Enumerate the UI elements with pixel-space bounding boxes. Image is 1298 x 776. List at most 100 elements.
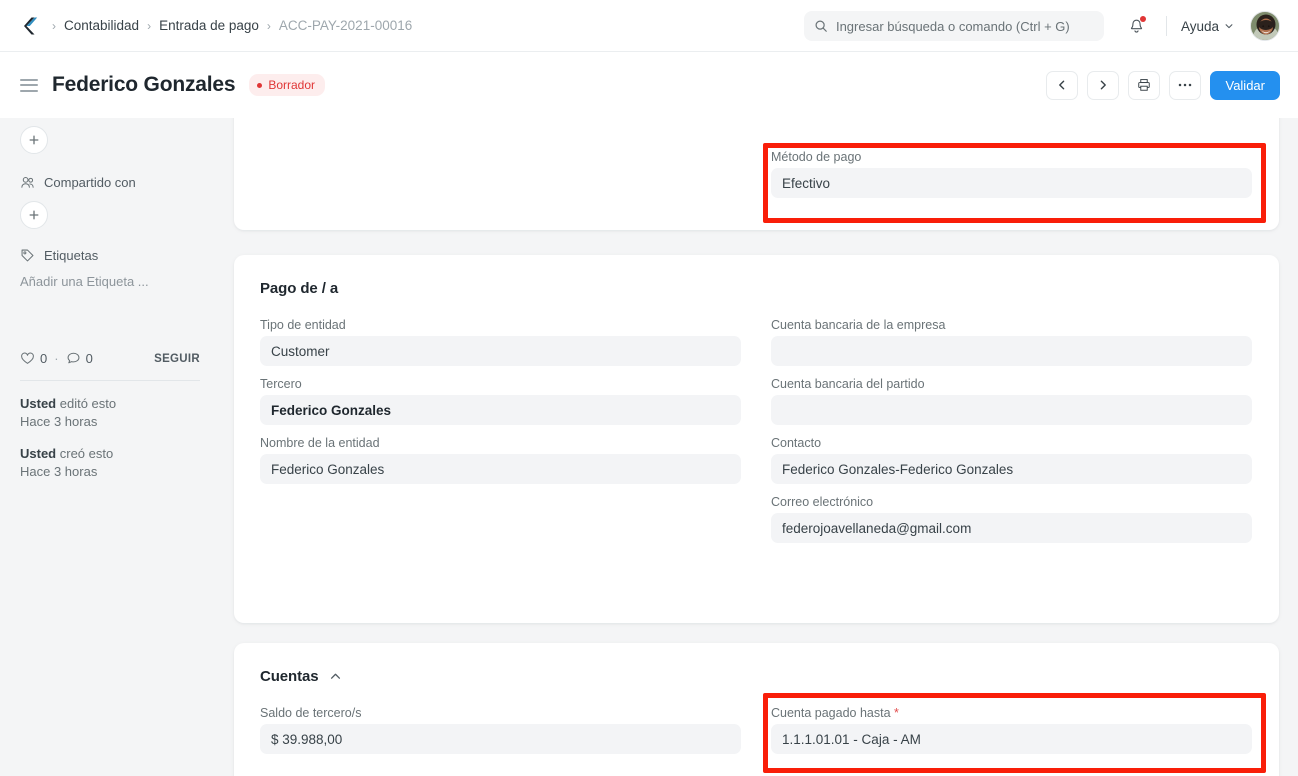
page-header-actions: Validar	[1046, 52, 1280, 118]
field-label-cuenta-bancaria-partido: Cuenta bancaria del partido	[771, 377, 925, 391]
heart-icon[interactable]	[20, 351, 35, 366]
activity-time: Hace 3 horas	[20, 413, 98, 429]
follow-button[interactable]: SEGUIR	[154, 353, 200, 365]
field-cuenta-pagado-hasta: Cuenta pagado hasta * 1.1.1.01.01 - Caja…	[771, 706, 1252, 754]
field-label-cuenta-pagado-hasta: Cuenta pagado hasta *	[771, 706, 899, 720]
field-label-saldo-de-terceros: Saldo de tercero/s	[260, 706, 362, 720]
pago-de-a-right-column: Cuenta bancaria de la empresa Cuenta ban…	[771, 318, 1252, 554]
field-nombre-de-la-entidad: Nombre de la entidad Federico Gonzales	[260, 436, 741, 484]
shared-with-label: Compartido con	[44, 175, 136, 190]
printer-icon	[1138, 79, 1151, 91]
status-label: Borrador	[268, 78, 316, 92]
validar-button[interactable]: Validar	[1210, 70, 1280, 100]
field-value-nombre-de-la-entidad[interactable]: Federico Gonzales	[260, 454, 741, 484]
pago-de-a-card: Pago de / a Tipo de entidad Customer Ter…	[234, 255, 1279, 623]
required-marker: *	[894, 706, 899, 720]
cuentas-left-column: Saldo de tercero/s $ 39.988,00	[260, 706, 741, 765]
notification-badge-dot	[1139, 16, 1146, 22]
sidebar: Compartido con Etiquetas Añadir una Etiq…	[0, 118, 220, 776]
activity-actor: Usted	[20, 446, 57, 462]
ellipsis-icon	[1179, 83, 1192, 87]
field-contacto: Contacto Federico Gonzales-Federico Gonz…	[771, 436, 1252, 484]
search-icon	[815, 20, 827, 32]
chevron-down-icon	[1225, 24, 1233, 29]
field-cuenta-bancaria-partido: Cuenta bancaria del partido	[771, 377, 1252, 425]
chevron-left-icon	[1059, 80, 1065, 90]
prev-record-button[interactable]	[1046, 70, 1079, 100]
next-record-button[interactable]	[1087, 70, 1120, 100]
field-value-correo-electronico[interactable]: federojoavellaneda@gmail.com	[771, 513, 1252, 543]
activity-actor: Usted	[20, 396, 57, 411]
breadcrumb-item-contabilidad[interactable]: Contabilidad	[64, 18, 139, 33]
avatar[interactable]	[1250, 11, 1280, 41]
tags-label: Etiquetas	[44, 248, 99, 263]
breadcrumb: › Contabilidad › Entrada de pago › ACC-P…	[52, 18, 412, 33]
field-tipo-de-entidad: Tipo de entidad Customer	[260, 318, 741, 366]
add-assignment-button[interactable]	[20, 126, 48, 154]
activity-action: creó esto	[56, 446, 114, 462]
main-content: Método de pago Efectivo Pago de / a Tipo…	[220, 118, 1298, 776]
field-cuenta-bancaria-empresa: Cuenta bancaria de la empresa	[771, 318, 1252, 366]
page-header: Federico Gonzales Borrador Validar	[0, 52, 1298, 118]
tag-icon	[21, 249, 34, 262]
shared-with-section-label: Compartido con	[20, 175, 200, 190]
section-title-cuentas: Cuentas	[260, 668, 319, 685]
plus-icon	[29, 135, 39, 145]
notifications-button[interactable]	[1122, 11, 1152, 41]
field-value-tercero[interactable]: Federico Gonzales	[260, 395, 741, 425]
field-saldo-de-terceros: Saldo de tercero/s $ 39.988,00	[260, 706, 741, 754]
field-label-metodo-de-pago: Método de pago	[771, 150, 862, 164]
add-tag-input[interactable]: Añadir una Etiqueta ...	[20, 274, 200, 289]
search-placeholder: Ingresar búsqueda o comando (Ctrl + G)	[835, 18, 1070, 34]
field-value-tipo-de-entidad[interactable]: Customer	[260, 336, 741, 366]
hamburger-menu-icon[interactable]	[20, 75, 38, 95]
user-avatar-photo	[1251, 12, 1279, 40]
social-stats-row: 0 · 0 SEGUIR	[20, 351, 200, 366]
field-value-cuenta-pagado-hasta[interactable]: 1.1.1.01.01 - Caja - AM	[771, 724, 1252, 754]
print-button[interactable]	[1128, 70, 1161, 100]
chevron-right-icon	[1101, 80, 1107, 90]
plus-icon	[29, 210, 39, 220]
payment-details-card: Método de pago Efectivo	[234, 118, 1279, 230]
activity-action: editó esto	[56, 396, 117, 411]
field-label-tipo-de-entidad: Tipo de entidad	[260, 318, 346, 332]
field-value-saldo-de-terceros[interactable]: $ 39.988,00	[260, 724, 741, 754]
cuentas-right-column: Cuenta pagado hasta * 1.1.1.01.01 - Caja…	[771, 706, 1252, 765]
field-metodo-de-pago: Método de pago Efectivo	[771, 150, 1252, 198]
field-label-cuenta-bancaria-empresa: Cuenta bancaria de la empresa	[771, 318, 946, 332]
field-label-tercero: Tercero	[260, 377, 302, 391]
like-count: 0	[40, 351, 48, 366]
status-dot-icon	[257, 82, 263, 88]
activity-entry-edited: Usted editó esto Hace 3 horas	[20, 395, 200, 430]
users-icon	[21, 177, 34, 188]
social-separator: ·	[54, 351, 59, 366]
comment-count: 0	[85, 351, 93, 366]
navbar-divider	[1165, 16, 1167, 36]
field-value-cuenta-bancaria-empresa[interactable]	[771, 336, 1252, 366]
activity-time: Hace 3 horas	[20, 463, 98, 479]
field-value-metodo-de-pago[interactable]: Efectivo	[771, 168, 1252, 198]
status-badge: Borrador	[249, 74, 326, 96]
pago-de-a-section-header: Pago de / a	[260, 280, 1253, 297]
activity-entry-created: Usted creó esto Hace 3 horas	[20, 445, 200, 480]
sidebar-divider	[20, 380, 200, 381]
add-share-button[interactable]	[20, 201, 48, 229]
help-menu[interactable]: Ayuda	[1181, 19, 1234, 34]
field-label-contacto: Contacto	[771, 436, 822, 450]
field-correo-electronico: Correo electrónico federojoavellaneda@gm…	[771, 495, 1252, 543]
chevron-up-icon[interactable]	[329, 670, 342, 683]
cuentas-card: Cuentas Saldo de tercero/s $ 39.988,00 C…	[234, 643, 1279, 776]
pago-de-a-left-column: Tipo de entidad Customer Tercero Federic…	[260, 318, 741, 554]
field-label-nombre-de-la-entidad: Nombre de la entidad	[260, 436, 380, 450]
cuentas-section-header[interactable]: Cuentas	[260, 668, 1253, 685]
navbar-right-group: Ingresar búsqueda o comando (Ctrl + G) A…	[803, 0, 1298, 52]
field-value-contacto[interactable]: Federico Gonzales-Federico Gonzales	[771, 454, 1252, 484]
more-actions-button[interactable]	[1169, 70, 1202, 100]
help-label: Ayuda	[1180, 18, 1219, 34]
field-value-cuenta-bancaria-partido[interactable]	[771, 395, 1252, 425]
app-logo[interactable]	[20, 15, 42, 37]
comment-icon[interactable]	[66, 351, 81, 366]
breadcrumb-item-entrada-de-pago[interactable]: Entrada de pago	[159, 18, 259, 33]
field-label-correo-electronico: Correo electrónico	[771, 495, 874, 509]
search-input[interactable]: Ingresar búsqueda o comando (Ctrl + G)	[803, 11, 1104, 41]
